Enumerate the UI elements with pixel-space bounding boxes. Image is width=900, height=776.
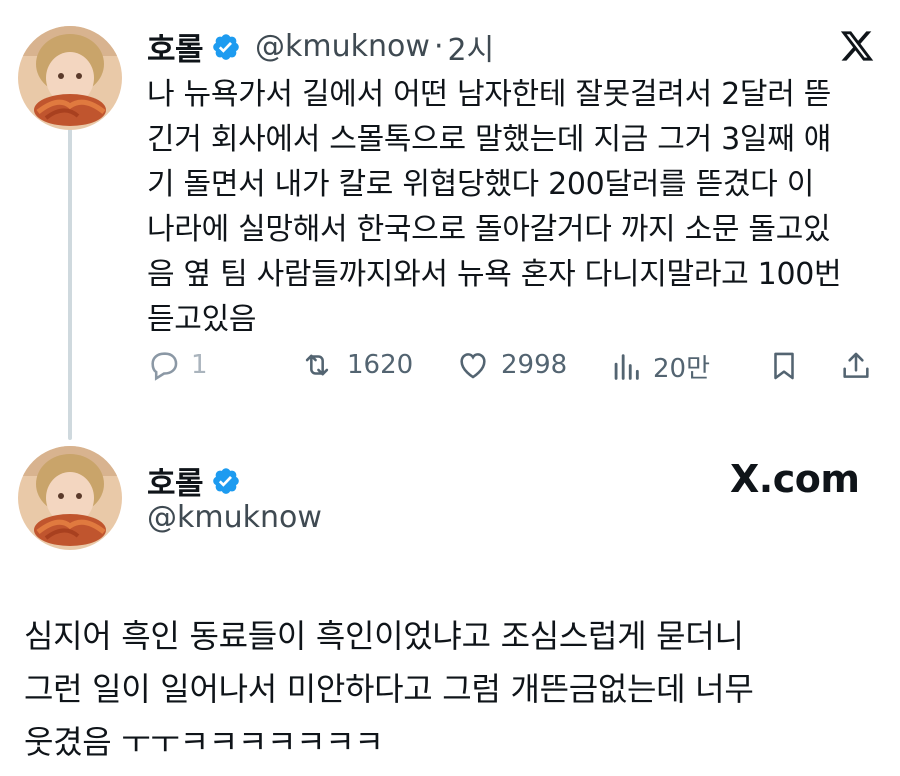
reply-count: 1 [191,350,208,380]
bookmark-button[interactable] [767,348,811,384]
retweet-icon [305,354,329,376]
timestamp[interactable]: 2시 [447,25,494,69]
avatar[interactable] [18,446,122,550]
retweet-button[interactable]: 1620 [297,348,413,382]
heart-icon [460,353,486,379]
user-handle[interactable]: @kmuknow [147,500,322,535]
tweet-actions-bar: 1 1620 2998 20만 [147,348,877,392]
views-icon [614,353,639,380]
x-logo-icon[interactable] [838,28,876,64]
like-button[interactable]: 2998 [455,348,567,382]
display-name[interactable]: 호롤 [147,458,204,503]
share-icon [843,352,869,378]
share-button[interactable] [839,348,883,384]
avatar-image [18,26,122,130]
tweet-header: 호롤 [147,458,241,503]
tweet-text: 심지어 흑인 동료들이 흑인이었냐고 조심스럽게 묻더니 그런 일이 일어나서 … [24,617,754,761]
avatar-image [18,446,122,550]
display-name[interactable]: 호롤 [147,24,204,69]
like-count: 2998 [501,350,568,380]
tweet-header: 호롤 @kmuknow · 2시 [147,24,494,69]
views-count: 20만 [653,354,711,384]
x-com-brand[interactable]: X.com [730,457,860,501]
verified-badge-icon [213,33,239,60]
user-handle[interactable]: @kmuknow [255,29,430,64]
reply-button[interactable]: 1 [147,348,208,382]
reply-icon [151,352,178,381]
verified-badge-icon [213,467,239,494]
separator-dot: · [433,29,444,64]
retweet-count: 1620 [347,350,414,380]
thread-connector-line [68,128,72,440]
views-button[interactable]: 20만 [609,348,710,385]
bookmark-icon [774,352,794,380]
avatar[interactable] [18,26,122,130]
tweet-text: 나 뉴욕가서 길에서 어떤 남자한테 잘못걸려서 2달러 뜯 긴거 회사에서 스… [147,77,842,337]
